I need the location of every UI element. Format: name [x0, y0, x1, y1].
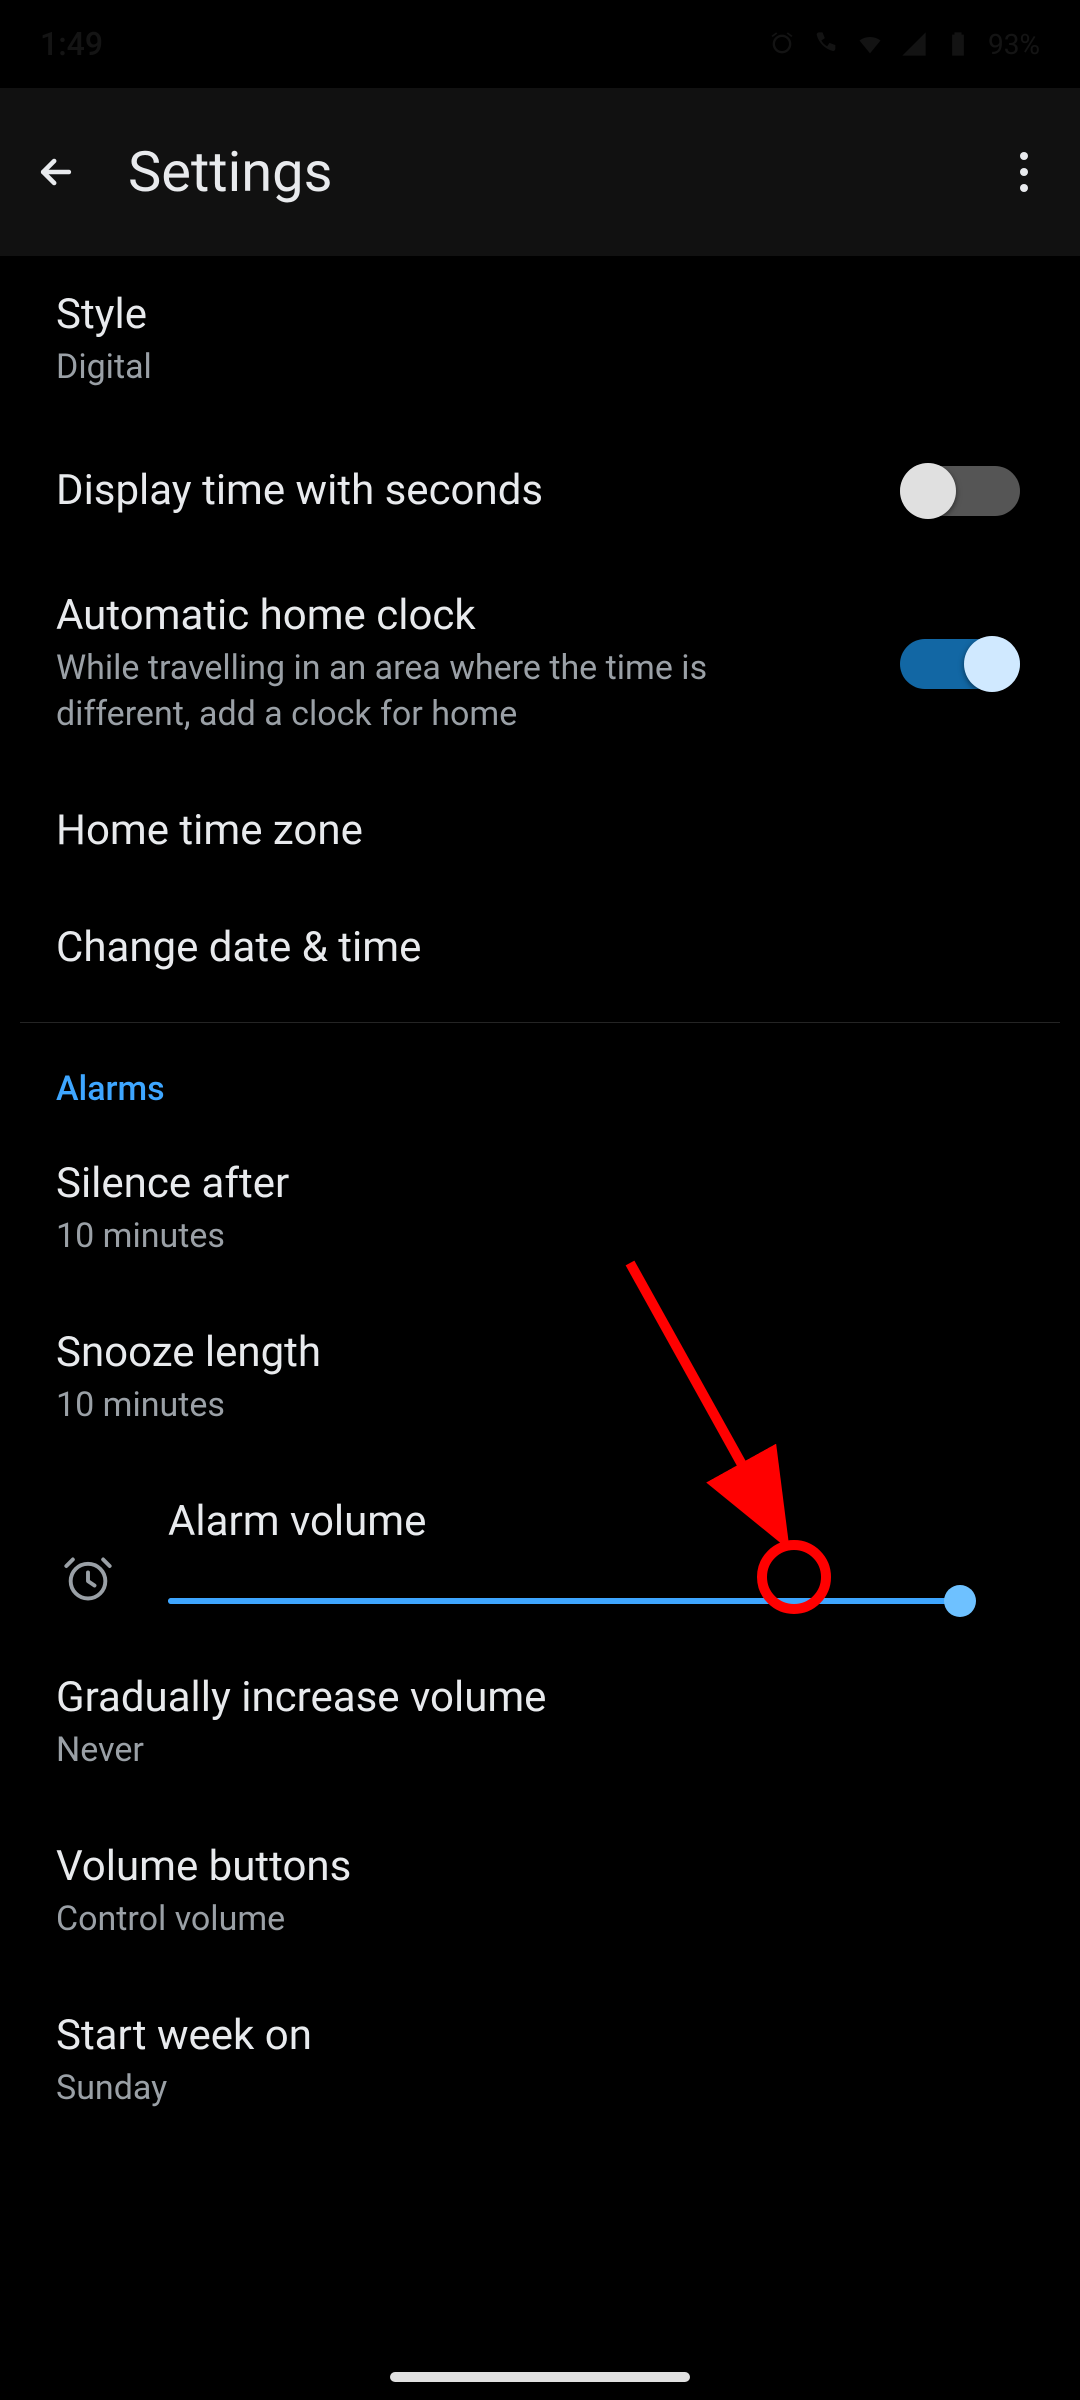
toolbar: Settings — [0, 88, 1080, 256]
silence-after-row[interactable]: Silence after 10 minutes — [0, 1125, 1080, 1294]
alarm-status-icon — [768, 30, 796, 58]
snooze-length-title: Snooze length — [56, 1328, 1024, 1377]
auto-home-clock-subtitle: While travelling in an area where the ti… — [56, 646, 816, 738]
battery-percent: 93% — [988, 28, 1040, 61]
signal-icon — [900, 30, 928, 58]
settings-list: Style Digital Display time with seconds … — [0, 256, 1080, 2346]
display-seconds-row[interactable]: Display time with seconds — [0, 425, 1080, 557]
alarm-volume-slider-fill — [168, 1598, 968, 1604]
style-value: Digital — [56, 345, 816, 391]
wifi-call-icon — [812, 30, 840, 58]
start-week-on-title: Start week on — [56, 2011, 1024, 2060]
alarm-volume-slider[interactable] — [168, 1598, 968, 1604]
gradually-increase-title: Gradually increase volume — [56, 1673, 1024, 1722]
alarm-volume-slider-knob[interactable] — [944, 1585, 976, 1617]
display-seconds-title: Display time with seconds — [56, 466, 864, 515]
snooze-length-row[interactable]: Snooze length 10 minutes — [0, 1294, 1080, 1463]
volume-buttons-title: Volume buttons — [56, 1842, 1024, 1891]
section-divider — [20, 1022, 1060, 1024]
auto-home-clock-title: Automatic home clock — [56, 591, 864, 640]
more-vert-icon — [1020, 152, 1028, 160]
home-time-zone-title: Home time zone — [56, 806, 1024, 855]
auto-home-clock-row[interactable]: Automatic home clock While travelling in… — [0, 557, 1080, 772]
silence-after-title: Silence after — [56, 1159, 1024, 1208]
alarm-volume-title: Alarm volume — [168, 1497, 1024, 1546]
style-title: Style — [56, 290, 1024, 339]
auto-home-clock-toggle[interactable] — [896, 632, 1024, 696]
battery-icon — [944, 30, 972, 58]
style-row[interactable]: Style Digital — [0, 256, 1080, 425]
volume-buttons-row[interactable]: Volume buttons Control volume — [0, 1808, 1080, 1977]
gradually-increase-row[interactable]: Gradually increase volume Never — [0, 1639, 1080, 1808]
silence-after-value: 10 minutes — [56, 1214, 816, 1260]
change-date-time-row[interactable]: Change date & time — [0, 889, 1080, 1006]
gesture-nav-bar[interactable] — [390, 2372, 690, 2382]
volume-buttons-value: Control volume — [56, 1897, 816, 1943]
overflow-menu-button[interactable] — [1000, 148, 1048, 196]
alarms-section-header: Alarms — [0, 1039, 1080, 1125]
display-seconds-toggle[interactable] — [896, 459, 1024, 523]
home-time-zone-row[interactable]: Home time zone — [0, 772, 1080, 889]
alarm-volume-row: Alarm volume — [0, 1463, 1080, 1639]
snooze-length-value: 10 minutes — [56, 1383, 816, 1429]
back-button[interactable] — [32, 148, 80, 196]
start-week-on-value: Sunday — [56, 2066, 816, 2112]
change-date-time-title: Change date & time — [56, 923, 1024, 972]
wifi-icon — [856, 30, 884, 58]
page-title: Settings — [128, 139, 952, 205]
gradually-increase-value: Never — [56, 1728, 816, 1774]
start-week-on-row[interactable]: Start week on Sunday — [0, 1977, 1080, 2146]
status-bar: 1:49 93% — [0, 0, 1080, 88]
status-right-cluster: 93% — [768, 28, 1040, 61]
alarm-clock-icon — [62, 1553, 114, 1605]
status-time: 1:49 — [40, 25, 103, 63]
arrow-left-icon — [34, 150, 78, 194]
